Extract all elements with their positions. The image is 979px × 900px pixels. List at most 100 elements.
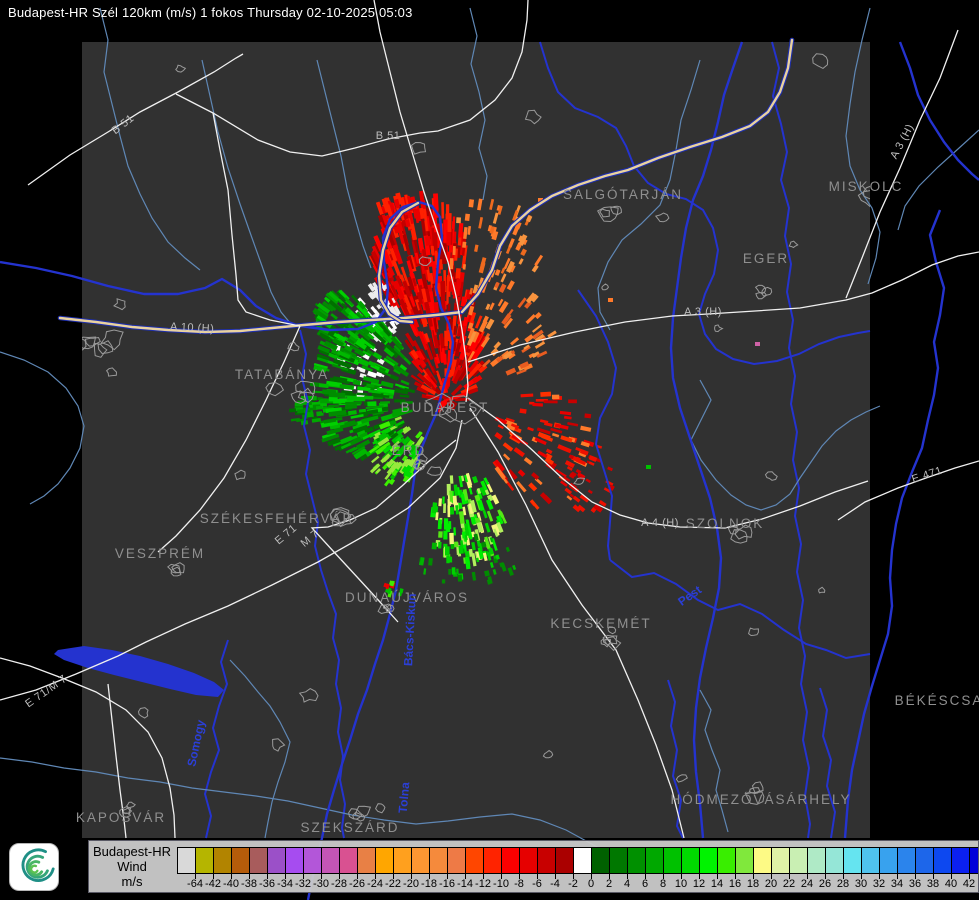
road-label: A 10 (H): [170, 321, 215, 335]
echo-cell: [447, 505, 451, 518]
echo-cell: [316, 405, 323, 410]
legend-color-box: [447, 847, 465, 874]
echo-cell: [346, 396, 357, 401]
legend-color-box: [879, 847, 897, 874]
city-label: MISKOLC: [829, 179, 904, 194]
city-label: BUDAPEST: [401, 400, 490, 415]
legend-tick-label: 16: [728, 878, 742, 890]
page-title: Budapest-HR Szél 120km (m/s) 1 fokos Thu…: [8, 5, 413, 20]
color-scale-legend: Budapest-HR Wind m/s -64 -42 -40 -38 -36 -34-…: [88, 840, 979, 893]
echo-cell: [532, 402, 543, 407]
echo-cell: [289, 408, 297, 413]
legend-color-box: [897, 847, 915, 874]
echo-cell: [451, 567, 456, 575]
city-label: TATABÁNYA: [235, 367, 329, 382]
legend-color-box: [285, 847, 303, 874]
legend-color-box: [195, 847, 213, 874]
legend-color-box: [681, 847, 699, 874]
legend-color-box: [375, 847, 393, 874]
legend-tick-label: 24: [800, 878, 814, 890]
legend-color-box: [555, 847, 573, 874]
city-label: EGER: [743, 251, 789, 266]
legend-tick-label: 18: [746, 878, 760, 890]
legend-color-box: [663, 847, 681, 874]
echo-cell: [438, 498, 442, 507]
legend-tick-label: -36: [259, 878, 275, 890]
city-label: ÉRD: [392, 443, 427, 458]
legend-color-box: [951, 847, 969, 874]
city-label: SZÉKESFEHÉRVÁR: [200, 511, 355, 526]
echo-cell: [448, 568, 452, 575]
echo-cell: [462, 241, 467, 248]
legend-tick-label: -18: [421, 878, 437, 890]
legend-color-box: [753, 847, 771, 874]
echo-cell: [608, 298, 613, 302]
city-label: VESZPRÉM: [115, 546, 205, 561]
legend-color-box: [609, 847, 627, 874]
legend-color-box: [789, 847, 807, 874]
legend-color-box: [231, 847, 249, 874]
echo-cell: [438, 531, 443, 538]
legend-tick-label: 0: [587, 878, 595, 890]
echo-cell: [646, 465, 651, 469]
legend-tick-label: -10: [493, 878, 509, 890]
echo-cell: [306, 412, 314, 418]
echo-cell: [468, 199, 475, 208]
echo-cell: [344, 403, 358, 410]
city-label: KECSKEMÉT: [550, 616, 651, 631]
legend-color-box: [645, 847, 663, 874]
legend-tick-label: -8: [514, 878, 524, 890]
legend-color-box: [807, 847, 825, 874]
radar-map: SALGÓTARJÁN MISKOLC EGER TATABÁNYA BUDAPEST É…: [0, 0, 979, 900]
city-label: SZEKSZÁRD: [300, 820, 399, 835]
legend-tick-label: 4: [623, 878, 631, 890]
echo-cell: [444, 546, 450, 556]
legend-color-box: [591, 847, 609, 874]
legend-color-box: [483, 847, 501, 874]
echo-cell: [445, 523, 451, 533]
legend-tick-label: -2: [568, 878, 578, 890]
echo-cell: [543, 400, 558, 404]
legend-tick-label: 14: [710, 878, 724, 890]
legend-tick-label: 32: [872, 878, 886, 890]
echo-cell: [440, 282, 446, 300]
echo-cell: [428, 558, 433, 566]
met-logo: [9, 843, 59, 891]
echo-cell: [438, 541, 442, 549]
legend-tick-label: 6: [641, 878, 649, 890]
legend-tick-label: -6: [532, 878, 542, 890]
legend-color-box: [213, 847, 231, 874]
city-label: SALGÓTARJÁN: [563, 187, 683, 202]
legend-tick-label: -26: [349, 878, 365, 890]
legend-tick-label: 20: [764, 878, 778, 890]
echo-cell: [443, 503, 447, 514]
echo-cell: [452, 245, 456, 256]
echo-cell: [449, 475, 454, 484]
legend-color-box: [357, 847, 375, 874]
legend-product-line1: Budapest-HR: [92, 844, 172, 859]
echo-cell: [444, 330, 448, 347]
legend-color-box: [339, 847, 357, 874]
echo-cell: [455, 268, 461, 280]
legend-tick-label: 8: [659, 878, 667, 890]
legend-color-box: [267, 847, 285, 874]
legend-color-box: [303, 847, 321, 874]
echo-cell: [449, 490, 454, 502]
legend-color-box: [501, 847, 519, 874]
legend-tick-label: 12: [692, 878, 706, 890]
legend-tick-label: 36: [908, 878, 922, 890]
echo-cell: [755, 342, 760, 346]
echo-cell: [345, 401, 362, 405]
echo-cell: [447, 213, 452, 233]
city-label: BÉKÉSCSABA: [895, 693, 979, 708]
echo-cell: [446, 555, 450, 564]
echo-cell: [379, 401, 390, 404]
legend-tick-label: -28: [331, 878, 347, 890]
legend-product-line3: m/s: [121, 874, 143, 889]
city-label: SZOLNOK: [686, 516, 765, 531]
legend-product-line2: Wind: [117, 859, 147, 874]
city-label: KAPOSVÁR: [76, 810, 166, 825]
echo-cell: [441, 579, 446, 584]
echo-cell: [453, 541, 459, 548]
legend-color-box: [393, 847, 411, 874]
